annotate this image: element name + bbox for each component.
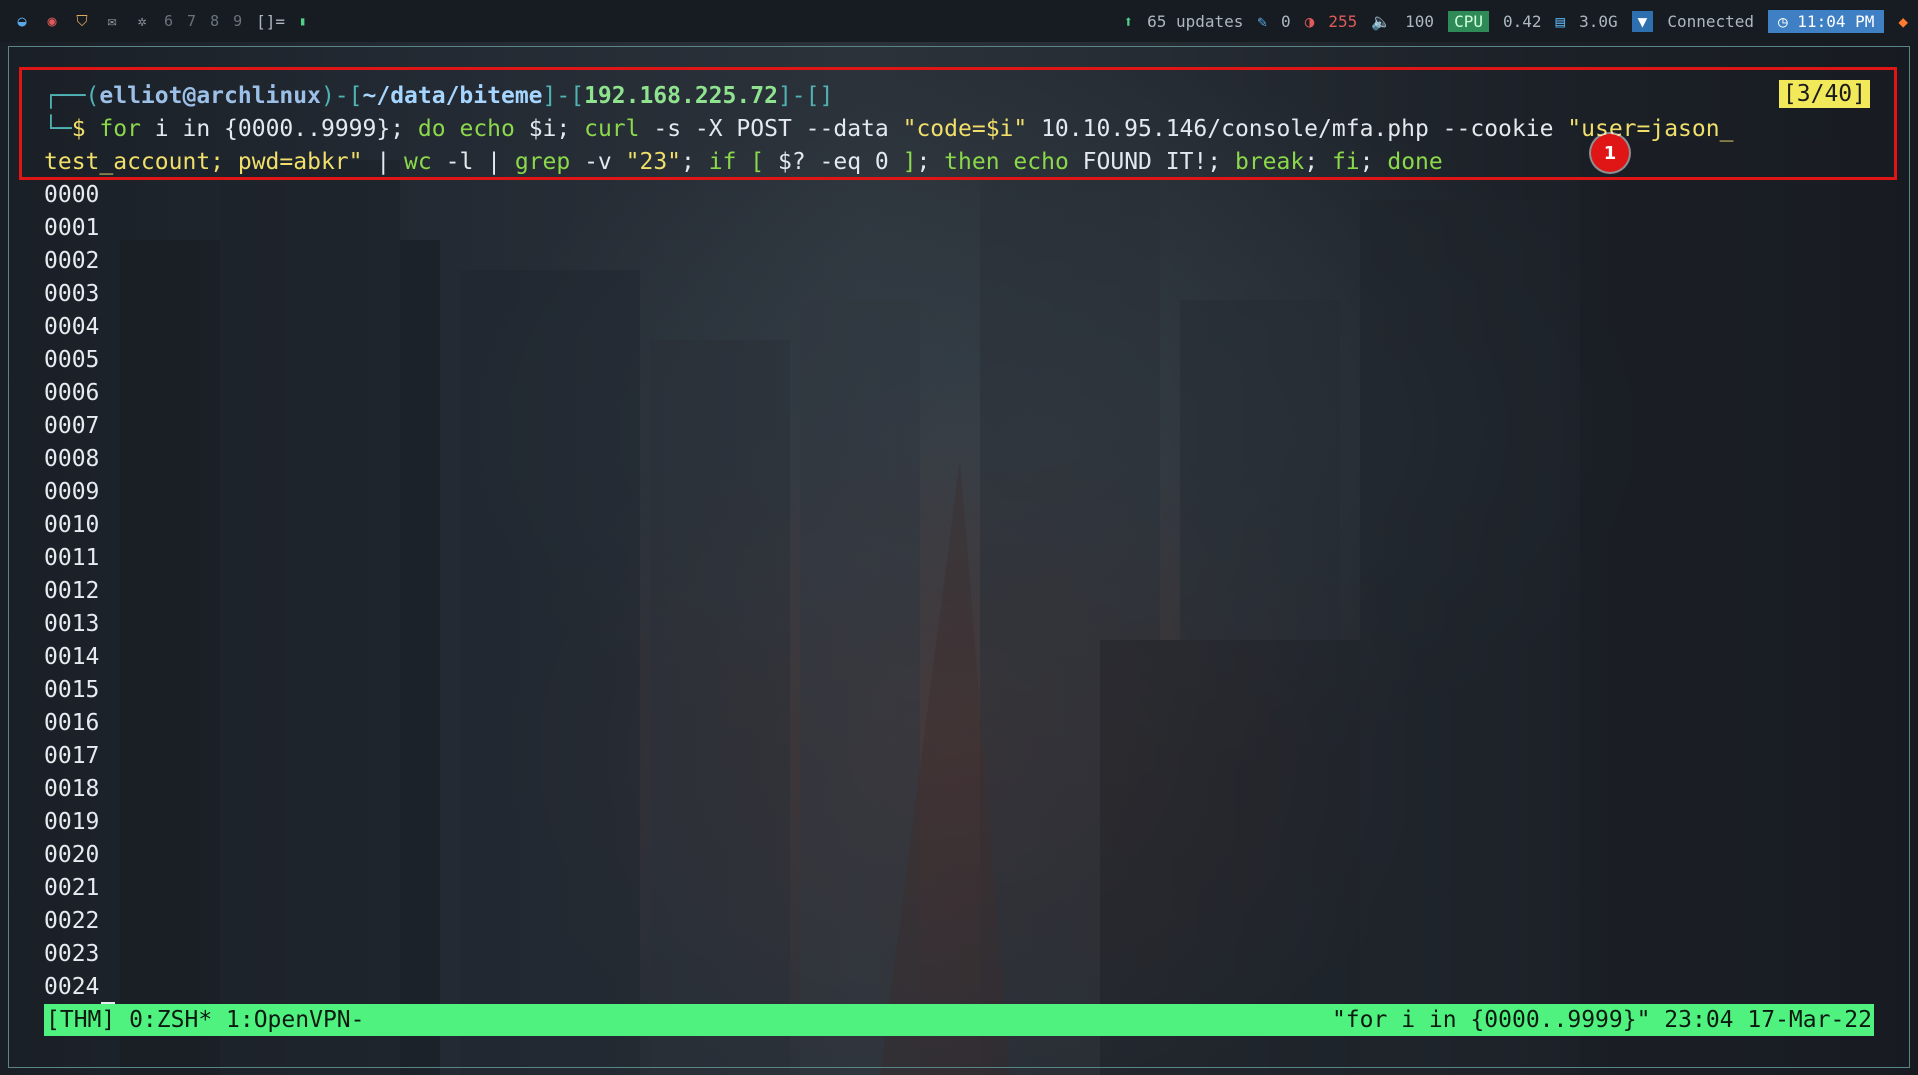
output-line: 0024 xyxy=(44,971,116,1004)
updates-icon: ⬆ xyxy=(1123,11,1134,31)
vpn-status[interactable]: Connected xyxy=(1667,12,1754,31)
browser-icon[interactable]: ◉ xyxy=(44,12,60,30)
output-line: 0010 xyxy=(44,512,100,538)
clock-icon: ◷ xyxy=(1778,11,1788,31)
gear-icon[interactable]: ✲ xyxy=(134,12,150,30)
output-line: 0009 xyxy=(44,479,100,505)
output-line: 0003 xyxy=(44,281,100,307)
memory-icon: ▤ xyxy=(1555,11,1566,31)
window-indicator-icon: ▮ xyxy=(299,14,307,28)
tmux-status-bar: [THM] 0:ZSH* 1:OpenVPN- "for i in {0000.… xyxy=(44,1004,1874,1036)
output-line: 0017 xyxy=(44,743,100,769)
tmux-info: "for i in {0000..9999}" 23:04 17-Mar-22 xyxy=(1331,1007,1872,1033)
top-status-bar: ◒ ◉ ⛉ ✉ ✲ 6 7 8 9 []= ▮ ⬆ 65 updates ✎ 0… xyxy=(0,0,1918,42)
volume-icon[interactable]: 🔈 xyxy=(1371,12,1391,31)
output-line: 0016 xyxy=(44,710,100,736)
clock-time: 11:04 PM xyxy=(1797,11,1875,31)
workspace-7[interactable]: 7 xyxy=(187,12,196,30)
output-line: 0023 xyxy=(44,941,100,967)
output-line: 0020 xyxy=(44,842,100,868)
updates-label[interactable]: 65 updates xyxy=(1147,12,1243,31)
output-line: 0001 xyxy=(44,215,100,241)
output-line: 0007 xyxy=(44,413,100,439)
output-line: 0018 xyxy=(44,776,100,802)
output-line: 0005 xyxy=(44,347,100,373)
output-line: 0015 xyxy=(44,677,100,703)
brush-icon: ✎ xyxy=(1257,11,1268,31)
vpn-icon: ▼ xyxy=(1631,10,1654,32)
brightness-value: 255 xyxy=(1328,11,1358,31)
terminal-window[interactable] xyxy=(8,46,1910,1068)
mail-icon[interactable]: ✉ xyxy=(104,12,120,30)
tmux-windows[interactable]: [THM] 0:ZSH* 1:OpenVPN- xyxy=(46,1004,365,1036)
cpu-value: 0.42 xyxy=(1502,11,1542,31)
workspace-8[interactable]: 8 xyxy=(210,12,219,30)
clock[interactable]: ◷ 11:04 PM xyxy=(1768,9,1885,33)
output-line: 0008 xyxy=(44,446,100,472)
output-line: 0021 xyxy=(44,875,100,901)
output-line: 0006 xyxy=(44,380,100,406)
annotation-marker: 1 xyxy=(1591,134,1629,172)
output-line: 0000 xyxy=(44,182,100,208)
memory-value: 3.0G xyxy=(1579,11,1618,31)
output-line: 0014 xyxy=(44,644,100,670)
shield-icon[interactable]: ⛉ xyxy=(74,12,90,30)
output-line: 0002 xyxy=(44,248,100,274)
brush-count: 0 xyxy=(1281,11,1291,31)
output-line: 0011 xyxy=(44,545,100,571)
workspace-9[interactable]: 9 xyxy=(233,12,242,30)
brightness-icon: ◑ xyxy=(1304,11,1315,31)
output-line: 0022 xyxy=(44,908,100,934)
output-line: 0013 xyxy=(44,611,100,637)
output-line: 0019 xyxy=(44,809,100,835)
workspace-6[interactable]: 6 xyxy=(164,12,173,30)
volume-value: 100 xyxy=(1405,11,1435,31)
cpu-label: CPU xyxy=(1448,10,1489,32)
launcher-icon[interactable]: ◆ xyxy=(1898,12,1908,31)
output-line: 0012 xyxy=(44,578,100,604)
arch-icon[interactable]: ◒ xyxy=(14,12,30,30)
layout-indicator[interactable]: []= xyxy=(256,12,285,31)
output-line: 0004 xyxy=(44,314,100,340)
